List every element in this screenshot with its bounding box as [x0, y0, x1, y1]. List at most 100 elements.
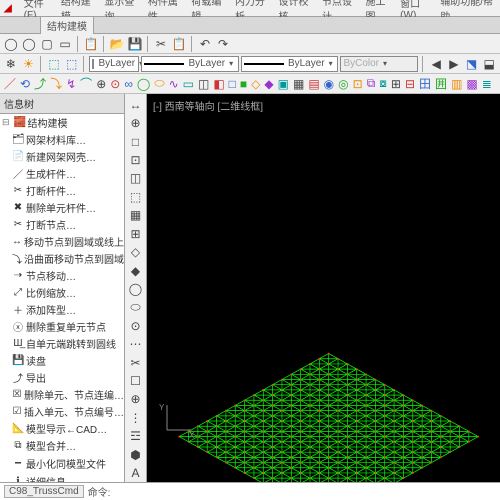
tree-item[interactable]: ℹ详细信息… [12, 473, 124, 482]
tree-item[interactable]: 🧱结构建模 [2, 114, 124, 131]
draw-tool-27[interactable]: ⊞ [390, 76, 402, 92]
layer-tool-1[interactable]: ❄ [3, 56, 19, 72]
vtool-12[interactable]: ⊙ [127, 317, 145, 334]
draw-tool-30[interactable]: 囲 [434, 76, 448, 92]
layer-tool-4[interactable]: ⬚ [64, 56, 80, 72]
tree-item[interactable]: ⤵沿曲面移动节点到圆域…概念 [12, 250, 124, 267]
draw-tool-24[interactable]: ⊡ [352, 76, 364, 92]
tree-item[interactable]: ☑插入单元、节点编号… [12, 403, 124, 420]
vtool-6[interactable]: ▦ [127, 207, 145, 224]
std-tool-2[interactable]: ▢ [39, 36, 55, 52]
tree-item[interactable]: 🗕最小化同模型文件 [12, 454, 124, 473]
draw-tool-5[interactable]: ⌒ [79, 76, 93, 92]
vtool-11[interactable]: ⬭ [127, 299, 145, 316]
draw-tool-11[interactable]: ∿ [168, 76, 180, 92]
draw-tool-15[interactable]: □ [228, 76, 237, 92]
vtool-20[interactable]: A [127, 464, 145, 481]
nav-prev[interactable]: ◀ [428, 56, 444, 72]
vtool-14[interactable]: ✂ [127, 354, 145, 371]
tree-item[interactable]: 🗂网架材料库… [12, 131, 124, 148]
command-input[interactable] [114, 486, 496, 497]
tree-item[interactable]: ⤢比例缩放… [12, 284, 124, 301]
tree-item[interactable]: 💾读盘 [12, 352, 124, 369]
draw-tool-23[interactable]: ◎ [337, 76, 349, 92]
draw-tool-20[interactable]: ▦ [292, 76, 305, 92]
std-tool-11[interactable]: 📋 [171, 36, 187, 52]
std-tool-10[interactable]: ✂ [153, 36, 169, 52]
draw-tool-3[interactable]: ⤵ [49, 76, 63, 92]
vtool-16[interactable]: ⊕ [127, 391, 145, 408]
nav-next[interactable]: ▶ [446, 56, 462, 72]
tree-item[interactable]: 📐模型导示←CAD… [12, 420, 124, 437]
vtool-18[interactable]: ☲ [127, 428, 145, 445]
tree-item[interactable]: ⇢节点移动… [12, 267, 124, 284]
draw-tool-25[interactable]: ⧉ [366, 76, 377, 92]
tree-item[interactable]: ⤴导出 [12, 369, 124, 386]
std-tool-13[interactable]: ↶ [197, 36, 213, 52]
view-iso[interactable]: ⬔ [464, 56, 480, 72]
std-tool-1[interactable]: ◯ [21, 36, 37, 52]
tree-item[interactable]: ✖删除单元杆件… [12, 199, 124, 216]
tree-item[interactable]: ✂打断节点… [12, 216, 124, 233]
draw-tool-10[interactable]: ⬭ [153, 76, 165, 92]
draw-tool-13[interactable]: ◫ [197, 76, 210, 92]
tree-item[interactable]: ⧉模型合并… [12, 437, 124, 454]
tree-item[interactable]: 📄新建网架网壳… [12, 148, 124, 165]
vtool-9[interactable]: ◆ [127, 262, 145, 279]
vtool-19[interactable]: ⬢ [127, 446, 145, 463]
vtool-15[interactable]: ☐ [127, 372, 145, 389]
draw-tool-18[interactable]: ◆ [263, 76, 274, 92]
draw-tool-34[interactable]: ⋮ [495, 76, 500, 92]
viewport[interactable]: [-] 西南等轴向 [二维线框] X Y [147, 94, 500, 482]
vtool-1[interactable]: ⊕ [127, 114, 145, 131]
vtool-0[interactable]: ↔ [127, 96, 145, 113]
tree-item[interactable]: ⓧ删除重复单元节点 [12, 318, 124, 335]
draw-tool-16[interactable]: ■ [239, 76, 248, 92]
view-top[interactable]: ⬓ [481, 56, 497, 72]
cmd-tab[interactable]: C98_TrussCmd [4, 485, 84, 498]
tree-item[interactable]: Ш̲自单元端跳转到圆线 [12, 335, 124, 352]
tree-item[interactable]: ＋添加阵型… [12, 301, 124, 318]
draw-tool-29[interactable]: 田 [418, 76, 432, 92]
draw-tool-8[interactable]: ∞ [123, 76, 134, 92]
draw-tool-33[interactable]: ≣ [481, 76, 493, 92]
plot-style-combo[interactable]: ByColor [340, 56, 418, 72]
draw-tool-32[interactable]: ▩ [465, 76, 478, 92]
vtool-8[interactable]: ◇ [127, 243, 145, 260]
draw-tool-19[interactable]: ▣ [277, 76, 290, 92]
linetype-combo[interactable]: ByLayer [141, 56, 239, 72]
draw-tool-17[interactable]: ◇ [250, 76, 261, 92]
draw-tool-22[interactable]: ◉ [323, 76, 335, 92]
std-tool-14[interactable]: ↷ [215, 36, 231, 52]
std-tool-7[interactable]: 📂 [109, 36, 125, 52]
std-tool-5[interactable]: 📋 [83, 36, 99, 52]
draw-tool-7[interactable]: ⊙ [109, 76, 121, 92]
vtool-13[interactable]: ⋯ [127, 335, 145, 352]
vtool-10[interactable]: ◯ [127, 280, 145, 297]
vtool-7[interactable]: ⊞ [127, 225, 145, 242]
draw-tool-6[interactable]: ⊕ [95, 76, 107, 92]
vtool-2[interactable]: □ [127, 133, 145, 150]
draw-tool-2[interactable]: ⤴ [33, 76, 47, 92]
std-tool-3[interactable]: ▭ [57, 36, 73, 52]
tree-item[interactable]: ／生成杆件… [12, 165, 124, 182]
draw-tool-31[interactable]: ▥ [450, 76, 463, 92]
color-combo[interactable]: ByLayer [89, 56, 139, 72]
layer-tool-3[interactable]: ⬚ [46, 56, 62, 72]
draw-tool-1[interactable]: ⟲ [19, 76, 31, 92]
tree-item[interactable]: ☒删除单元、节点连编… [12, 386, 124, 403]
std-tool-0[interactable]: ◯ [3, 36, 19, 52]
std-tool-8[interactable]: 💾 [127, 36, 143, 52]
tree-item[interactable]: ↔移动节点到圆域或线上 [12, 233, 124, 250]
model-tree[interactable]: 🧱结构建模🗂网架材料库…📄新建网架网壳…／生成杆件…✂打断杆件…✖删除单元杆件…… [0, 114, 124, 482]
draw-tool-28[interactable]: ⊟ [404, 76, 416, 92]
vtool-5[interactable]: ⬚ [127, 188, 145, 205]
draw-tool-12[interactable]: ▭ [182, 76, 195, 92]
tree-item[interactable]: ✂打断杆件… [12, 182, 124, 199]
vtool-4[interactable]: ◫ [127, 170, 145, 187]
draw-tool-26[interactable]: ⧇ [378, 76, 388, 92]
draw-tool-14[interactable]: ◧ [212, 76, 225, 92]
draw-tool-9[interactable]: ◯ [136, 76, 151, 92]
tab-structural-model[interactable]: 结构建模 [40, 16, 94, 34]
draw-tool-0[interactable]: ／ [3, 76, 17, 92]
